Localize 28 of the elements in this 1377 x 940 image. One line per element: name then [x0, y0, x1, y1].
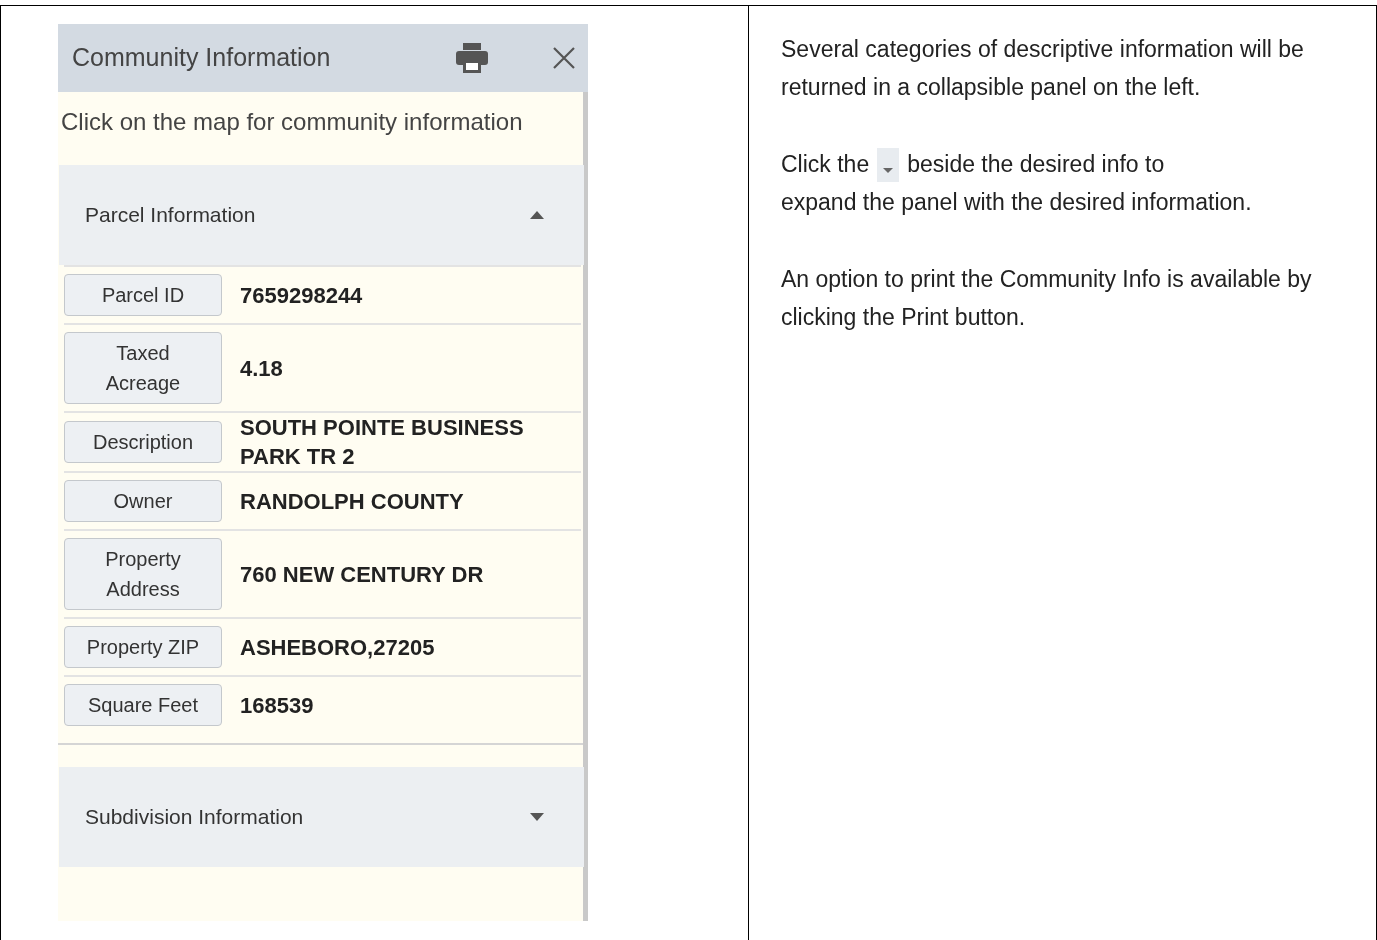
instruction-text: expand the panel with the desired information.: [781, 188, 1253, 217]
section-header[interactable]: Subdivision Information: [59, 767, 584, 867]
print-icon[interactable]: [456, 43, 488, 73]
field-label-button[interactable]: Description: [64, 421, 222, 463]
caret-up-icon: [530, 211, 544, 219]
field-value: RANDOLPH COUNTY: [239, 487, 464, 516]
field-value: 168539: [239, 691, 314, 720]
section-header[interactable]: Parcel Information: [59, 165, 584, 265]
caret-down-icon: [530, 813, 544, 821]
field-value: 760 NEW CENTURY DR: [239, 560, 484, 589]
instruction-text: Click the: [781, 150, 870, 179]
instruction-text: An option to print the Community Info is available by clicking the Print button.: [781, 265, 1313, 332]
hint-text: Click on the map for community information: [60, 107, 524, 137]
field-label-button[interactable]: Square Feet: [64, 684, 222, 726]
field-label-button[interactable]: Owner: [64, 480, 222, 522]
field-label-button[interactable]: Taxed Acreage: [64, 332, 222, 404]
field-value: ASHEBORO,27205: [239, 633, 435, 662]
field-value: SOUTH POINTE BUSINESS PARK TR 2: [239, 414, 525, 471]
field-value: 7659298244: [239, 281, 363, 310]
instruction-text: Several categories of descriptive information will be returned in a collapsible panel on the left.: [781, 35, 1305, 102]
field-label-button[interactable]: Parcel ID: [64, 274, 222, 316]
field-label-button[interactable]: Property ZIP: [64, 626, 222, 668]
field-value: 4.18: [239, 354, 283, 383]
close-icon[interactable]: [552, 46, 576, 70]
field-label-button[interactable]: Property Address: [64, 538, 222, 610]
instruction-text: beside the desired info to: [907, 150, 1165, 179]
panel-title: Community Information: [72, 42, 332, 74]
caret-down-icon: [877, 148, 900, 182]
